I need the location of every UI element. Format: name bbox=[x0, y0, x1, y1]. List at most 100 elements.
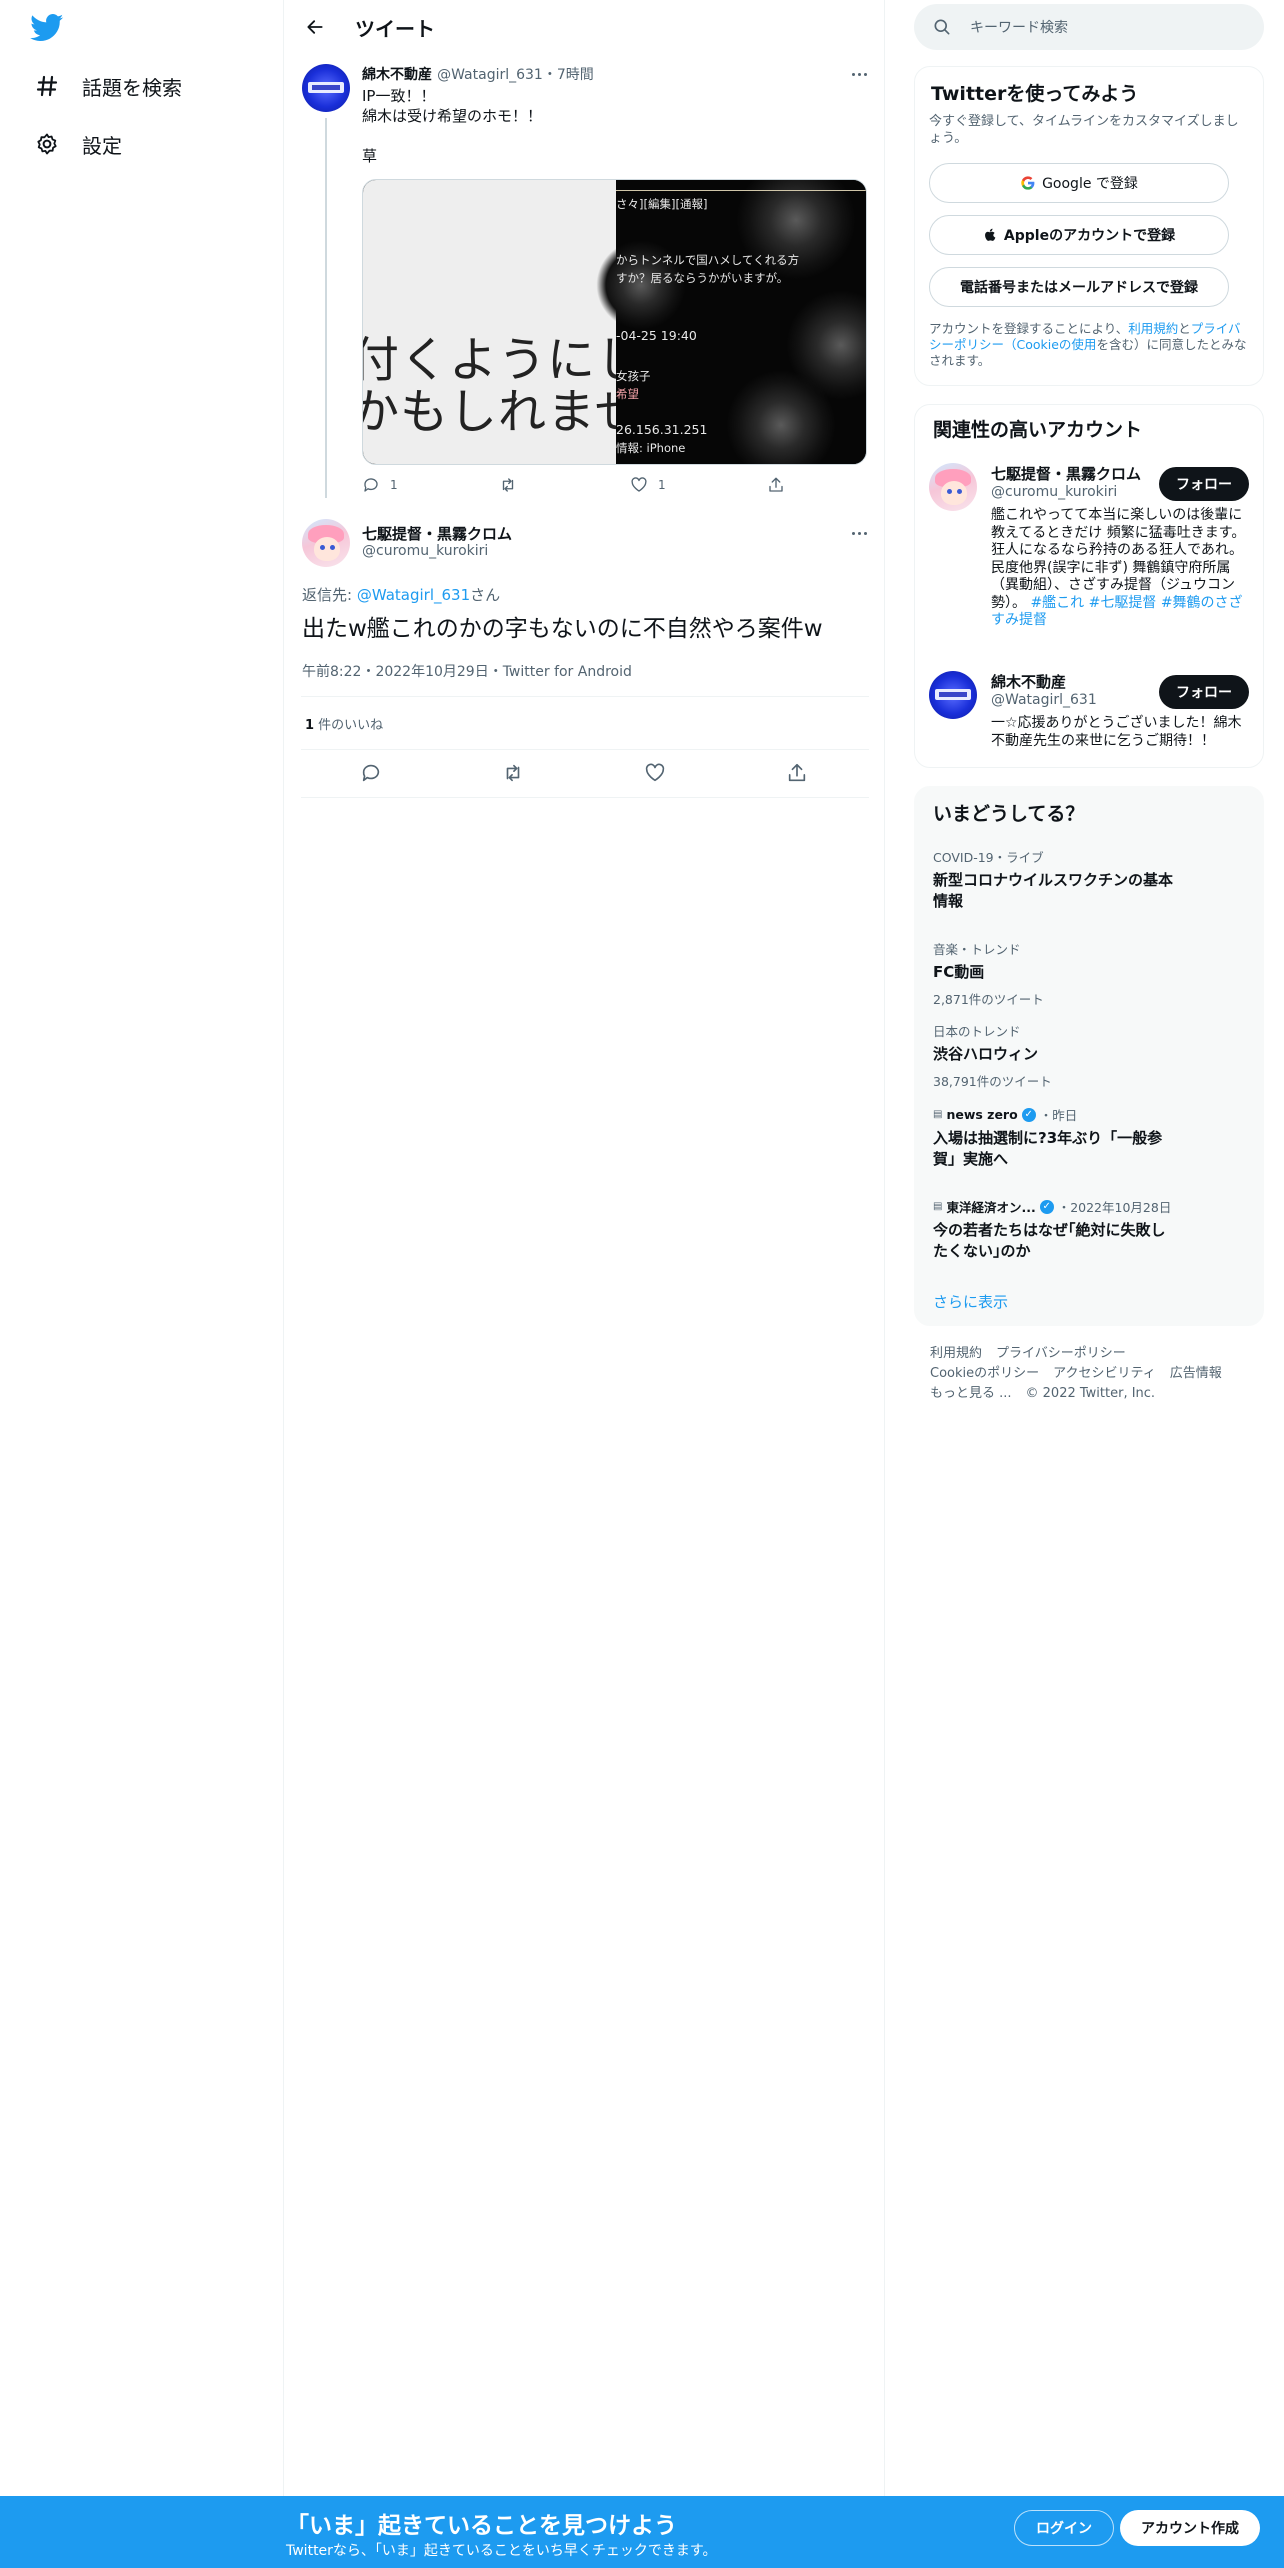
verified-badge-icon: ✓ bbox=[1039, 1199, 1054, 1214]
footer-link[interactable]: プライバシーポリシー bbox=[996, 1346, 1126, 1361]
main-column: ツイート 綿木不動産 @Watagirl_631・7時間 IP一致！！ 綿木は受… bbox=[285, 0, 885, 2568]
media-text: からトンネルで国ハメしてくれる方 bbox=[616, 253, 800, 267]
google-signup-button[interactable]: Google で登録 bbox=[929, 163, 1229, 203]
media-text: -04-25 19:40 bbox=[616, 328, 697, 343]
reply-to-link[interactable]: @Watagirl_631 bbox=[357, 586, 470, 604]
reply-count: 1 bbox=[390, 478, 398, 492]
reply-context: 返信先: @Watagirl_631さん bbox=[302, 584, 500, 605]
left-navigation: 話題を検索 設定 bbox=[0, 0, 284, 2568]
banner-subtitle: Twitterなら、「いま」起きていることをいち早くチェックできます。 bbox=[286, 2543, 717, 2559]
share-button[interactable] bbox=[786, 762, 808, 784]
media-image-left[interactable]: 付くようにして かもしれませ bbox=[363, 180, 692, 464]
signup-panel: Twitterを使ってみよう 今すぐ登録して、タイムラインをカスタマイズしましょ… bbox=[914, 66, 1264, 386]
avatar[interactable] bbox=[302, 64, 350, 112]
author-handle[interactable]: @curomu_kurokiri bbox=[362, 543, 488, 559]
footer-link[interactable]: アクセシビリティ bbox=[1053, 1366, 1156, 1381]
tweet-text-line: 草 bbox=[362, 147, 378, 165]
divider bbox=[301, 797, 869, 798]
trend-title: 渋谷ハロウィン bbox=[933, 1045, 1039, 1063]
terms-text: アカウントを登録することにより、利用規約とプライバシーポリシー（Cookieの使… bbox=[929, 321, 1249, 369]
avatar[interactable] bbox=[929, 463, 977, 511]
back-button[interactable] bbox=[297, 9, 333, 45]
trends-panel: いまどうしてる？ COVID-19・ライブ 新型コロナウイルスワクチンの基本情報… bbox=[914, 786, 1264, 1326]
account-name[interactable]: 綿木不動産 bbox=[991, 671, 1066, 692]
trend-title: 新型コロナウイルスワクチンの基本情報 bbox=[933, 871, 1174, 910]
thread-connector-line bbox=[325, 118, 327, 498]
footer-link[interactable]: もっと見る ... bbox=[930, 1386, 1012, 1401]
media-image-right[interactable]: さ々][編集][通報] からトンネルで国ハメしてくれる方 すか？居るならうかがい… bbox=[596, 180, 866, 464]
trend-item[interactable]: COVID-19・ライブ 新型コロナウイルスワクチンの基本情報 bbox=[933, 847, 1243, 912]
tweet-timestamp[interactable]: 午前8:22・2022年10月29日・Twitter for Android bbox=[302, 661, 632, 681]
panel-subtitle: 今すぐ登録して、タイムラインをカスタマイズしましょう。 bbox=[929, 114, 1239, 146]
footer-link[interactable]: 広告情報 bbox=[1170, 1366, 1222, 1381]
share-icon bbox=[788, 763, 806, 782]
more-options-icon[interactable] bbox=[847, 64, 871, 84]
account-bio: 艦これやってて本当に楽しいのは後輩に教えてるときだけ 頻繁に猛毒吐きます。 狂人… bbox=[991, 507, 1253, 630]
signup-banner: 「いま」起きていることを見つけよう Twitterなら、「いま」起きていることを… bbox=[0, 2496, 1284, 2568]
panel-title: いまどうしてる？ bbox=[933, 803, 1085, 825]
twitter-logo-icon[interactable] bbox=[30, 14, 66, 44]
likes-summary[interactable]: 1 件のいいね bbox=[305, 714, 383, 733]
trend-meta: COVID-19・ライブ bbox=[933, 850, 1044, 865]
reply-button[interactable]: 1 bbox=[362, 476, 398, 494]
avatar[interactable] bbox=[302, 519, 350, 567]
trend-meta: 日本のトレンド bbox=[933, 1024, 1021, 1039]
search-box[interactable]: キーワード検索 bbox=[914, 4, 1264, 50]
account-handle[interactable]: @curomu_kurokiri bbox=[991, 484, 1117, 500]
page-title: ツイート bbox=[355, 16, 435, 41]
more-options-icon[interactable] bbox=[847, 523, 871, 543]
nav-item-settings[interactable]: 設定 bbox=[34, 124, 122, 164]
media-text: 希望 bbox=[616, 387, 639, 401]
author-name[interactable]: 綿木不動産 bbox=[362, 67, 432, 83]
like-button[interactable]: 1 bbox=[630, 476, 666, 494]
retweet-button[interactable] bbox=[502, 762, 524, 784]
login-button[interactable]: ログイン bbox=[1014, 2510, 1114, 2546]
trend-source-name: news zero bbox=[946, 1107, 1018, 1122]
author-name[interactable]: 七駆提督・黒霧クロム bbox=[362, 523, 512, 544]
news-logo-icon: ▤ bbox=[933, 1201, 943, 1212]
trend-item[interactable]: ▤ news zero ✓ ・昨日 入場は抽選制に?3年ぶり「一般参賀」実施へ bbox=[933, 1105, 1243, 1170]
terms-mid: と bbox=[1178, 321, 1191, 336]
avatar[interactable] bbox=[929, 671, 977, 719]
reply-button[interactable] bbox=[360, 762, 382, 784]
tweet-media-image[interactable]: 付くようにして かもしれませ さ々][編集][通報] からトンネルで国ハメしてく… bbox=[362, 179, 867, 465]
create-account-button[interactable]: アカウント作成 bbox=[1120, 2510, 1260, 2546]
trend-source: ▤ 東洋経済オン... ✓ ・2022年10月28日 bbox=[933, 1197, 1243, 1216]
banner-title: 「いま」起きていることを見つけよう bbox=[286, 2513, 677, 2539]
account-bio-hashtags[interactable]: #艦これ #七駆提督 #舞鶴のさざすみ提督 bbox=[991, 595, 1243, 629]
divider bbox=[301, 749, 869, 750]
trend-item[interactable]: 日本のトレンド 渋谷ハロウィン 38,791件のツイート bbox=[933, 1021, 1243, 1090]
trend-source-name: 東洋経済オン... bbox=[946, 1200, 1036, 1215]
show-more-link[interactable]: さらに表示 bbox=[933, 1291, 1008, 1312]
apple-signup-button[interactable]: Appleのアカウントで登録 bbox=[929, 215, 1229, 255]
share-button[interactable] bbox=[767, 476, 785, 494]
phone-email-signup-button[interactable]: 電話番号またはメールアドレスで登録 bbox=[929, 267, 1229, 307]
divider bbox=[301, 696, 869, 697]
terms-of-service-link[interactable]: 利用規約 bbox=[1128, 321, 1178, 336]
footer-links: 利用規約 プライバシーポリシー Cookieのポリシー アクセシビリティ 広告情報 も… bbox=[930, 1344, 1250, 1404]
trend-item[interactable]: 音楽・トレンド FC動画 2,871件のツイート bbox=[933, 939, 1243, 1008]
nav-item-label: 話題を検索 bbox=[82, 75, 182, 100]
footer-link[interactable]: Cookieのポリシー bbox=[930, 1366, 1039, 1381]
like-button[interactable] bbox=[644, 762, 666, 784]
author-handle[interactable]: @Watagirl_631 bbox=[437, 67, 543, 83]
follow-button[interactable]: フォロー bbox=[1159, 675, 1249, 709]
follow-button[interactable]: フォロー bbox=[1159, 467, 1249, 501]
search-icon bbox=[934, 19, 950, 35]
nav-item-label: 設定 bbox=[82, 133, 122, 158]
panel-title: Twitterを使ってみよう bbox=[931, 83, 1139, 105]
tweet-time[interactable]: ・7時間 bbox=[543, 67, 594, 83]
like-count: 1 bbox=[658, 478, 666, 492]
trend-item[interactable]: ▤ 東洋経済オン... ✓ ・2022年10月28日 今の若者たちはなぜ｢絶対に失敗… bbox=[933, 1197, 1243, 1262]
account-handle[interactable]: @Watagirl_631 bbox=[991, 692, 1097, 708]
nav-item-explore[interactable]: 話題を検索 bbox=[34, 66, 182, 106]
retweet-button[interactable] bbox=[498, 476, 518, 494]
account-name[interactable]: 七駆提督・黒霧クロム bbox=[991, 463, 1141, 484]
apple-signup-label: Appleのアカウントで登録 bbox=[1003, 228, 1176, 244]
trend-source-time: ・昨日 bbox=[1039, 1108, 1078, 1123]
footer-link[interactable]: 利用規約 bbox=[930, 1346, 982, 1361]
reply-prefix: 返信先: bbox=[302, 586, 357, 604]
tweet-text-line: IP一致！！ bbox=[362, 87, 436, 105]
search-input[interactable]: キーワード検索 bbox=[970, 17, 1068, 37]
main-header: ツイート bbox=[285, 0, 885, 54]
